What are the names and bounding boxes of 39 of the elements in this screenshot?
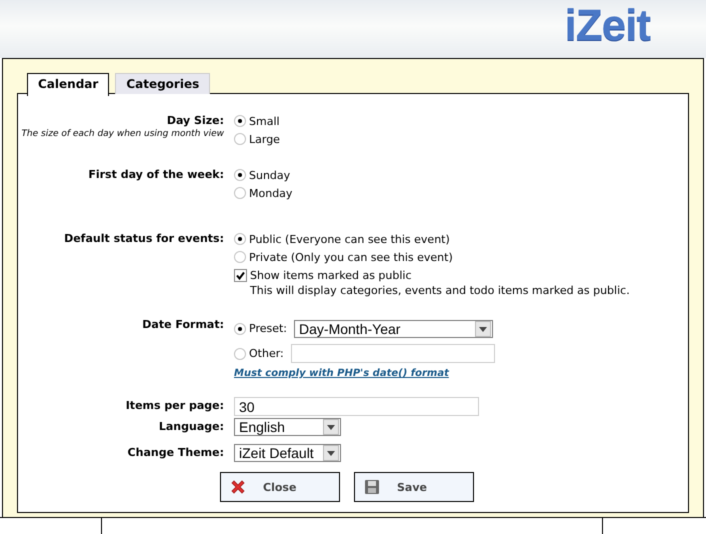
- tab[interactable]: Categories: [115, 73, 210, 94]
- option-label: Monday: [249, 186, 292, 200]
- option-label: Public (Everyone can see this event): [249, 232, 450, 246]
- close-icon: [229, 478, 247, 496]
- field-label: Language:: [158, 419, 224, 435]
- radio-button[interactable]: [234, 115, 246, 127]
- input-field[interactable]: 30: [234, 397, 479, 416]
- field-label: Items per page:: [124, 398, 224, 414]
- radio-button[interactable]: [234, 251, 246, 263]
- save-button[interactable]: Save: [354, 472, 474, 502]
- field-label: Change Theme:: [126, 445, 224, 461]
- radio-button[interactable]: [234, 187, 246, 199]
- field-label: First day of the week:: [87, 167, 224, 183]
- checkbox-label: Show items marked as public: [250, 268, 412, 282]
- radio-button[interactable]: [234, 322, 246, 334]
- radio-button[interactable]: [234, 133, 246, 145]
- field-label: Day Size:: [166, 113, 224, 129]
- field-label: Date Format:: [141, 317, 224, 333]
- tab[interactable]: Calendar: [27, 73, 110, 96]
- option-label: Small: [249, 114, 280, 128]
- option-label: Private (Only you can see this event): [249, 250, 453, 264]
- radio-button[interactable]: [234, 348, 246, 360]
- option-description: This will display categories, events and todo items marked as public.: [249, 284, 630, 298]
- option-label: Preset:: [249, 322, 288, 335]
- dropdown[interactable]: Day-Month-Year: [294, 320, 494, 338]
- help-link[interactable]: Must comply with PHP's date() format: [234, 368, 449, 379]
- dropdown[interactable]: English: [234, 418, 341, 436]
- field-hint: The size of each day when using month view: [20, 128, 224, 140]
- field-label: Default status for events:: [63, 231, 224, 247]
- logo: iZeit: [564, 0, 650, 52]
- radio-button[interactable]: [234, 233, 246, 245]
- radio-button[interactable]: [234, 169, 246, 181]
- close-button[interactable]: Close: [220, 472, 340, 502]
- dropdown[interactable]: iZeit Default: [234, 444, 341, 462]
- option-label: Sunday: [249, 168, 290, 182]
- checkbox[interactable]: [234, 268, 247, 282]
- option-label: Large: [249, 132, 280, 146]
- input-field[interactable]: [290, 344, 495, 363]
- option-label: Other:: [249, 347, 284, 360]
